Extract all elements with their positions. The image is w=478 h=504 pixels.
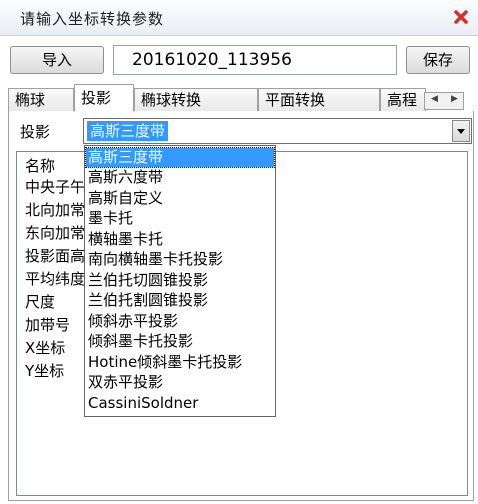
projection-select-value: 高斯三度带	[87, 121, 169, 141]
list-item[interactable]: 东向加常数	[25, 223, 87, 243]
tab-projection[interactable]: 投影	[74, 84, 134, 112]
dropdown-option[interactable]: 墨卡托	[86, 209, 274, 228]
import-button[interactable]: 导入	[10, 46, 104, 74]
list-item[interactable]: 尺度	[25, 292, 87, 312]
list-item[interactable]: 中央子午线	[25, 177, 87, 197]
dropdown-option[interactable]: 南向横轴墨卡托投影	[86, 250, 274, 269]
chevron-down-icon[interactable]	[452, 120, 470, 142]
close-icon[interactable]	[452, 8, 470, 26]
tab-ellipsoid-transform[interactable]: 椭球转换	[134, 88, 258, 112]
save-button[interactable]: 保存	[406, 46, 470, 74]
tab-ellipsoid[interactable]: 椭球	[8, 88, 74, 112]
list-item[interactable]: 平均纬度	[25, 269, 87, 289]
dropdown-option[interactable]: 倾斜墨卡托投影	[86, 332, 274, 351]
list-item[interactable]: X坐标	[25, 338, 87, 358]
name-field[interactable]: 20161020_113956	[113, 45, 397, 75]
dropdown-option[interactable]: 高斯自定义	[86, 189, 274, 208]
chevron-left-icon[interactable]: ◀	[431, 94, 438, 104]
dropdown-option[interactable]: 横轴墨卡托	[86, 230, 274, 249]
window-title: 请输入坐标转换参数	[20, 10, 165, 28]
chevron-right-icon[interactable]: ▶	[451, 94, 458, 104]
dropdown-option[interactable]: 高斯六度带	[86, 168, 274, 187]
projection-label: 投影	[20, 123, 51, 141]
list-item[interactable]: 北向加常数	[25, 200, 87, 220]
projection-select[interactable]: 高斯三度带	[83, 118, 472, 144]
dropdown-option[interactable]: 兰伯托切圆锥投影	[86, 271, 274, 290]
tab-scroll-buttons[interactable]: ◀ ▶	[424, 92, 464, 110]
dropdown-option[interactable]: 倾斜赤平投影	[86, 312, 274, 331]
tab-plane-transform[interactable]: 平面转换	[258, 88, 380, 112]
projection-dropdown-list[interactable]: 高斯三度带 高斯六度带 高斯自定义 墨卡托 横轴墨卡托 南向横轴墨卡托投影 兰伯…	[84, 145, 276, 417]
tab-elevation[interactable]: 高程	[380, 88, 426, 112]
list-item[interactable]: 加带号	[25, 315, 87, 335]
list-item[interactable]: Y坐标	[25, 361, 87, 381]
dropdown-option[interactable]: 高斯三度带	[85, 147, 275, 168]
dropdown-option[interactable]: 双赤平投影	[86, 373, 274, 392]
dropdown-option[interactable]: Hotine倾斜墨卡托投影	[86, 353, 274, 372]
list-item[interactable]: 投影面高程	[25, 246, 87, 266]
dropdown-option[interactable]: 兰伯托割圆锥投影	[86, 291, 274, 310]
dropdown-option[interactable]: CassiniSoldner	[86, 394, 274, 413]
column-header-name[interactable]: 名称	[25, 156, 87, 176]
